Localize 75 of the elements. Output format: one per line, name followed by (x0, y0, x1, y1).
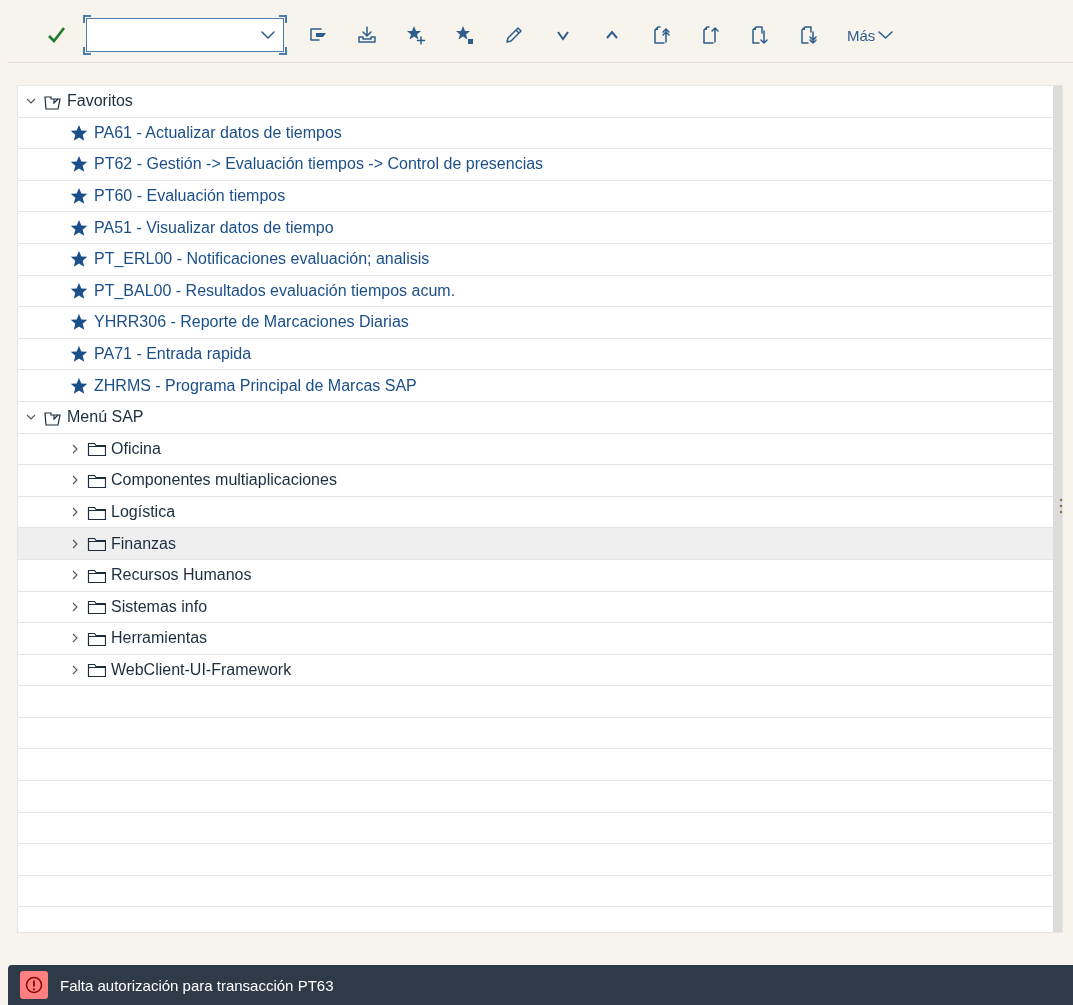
node-label: PT62 - Gestión -> Evaluación tiempos -> Control de presencias (94, 155, 544, 174)
node-label: PA61 - Actualizar datos de tiempos (94, 123, 342, 142)
node-label: PA51 - Visualizar datos de tiempo (94, 218, 334, 237)
error-icon (20, 971, 48, 999)
node-label: PA71 - Entrada rapida (94, 345, 252, 364)
node-label: PT_ERL00 - Notificaciones evaluación; analisis (94, 250, 430, 269)
scrollbar[interactable] (1053, 86, 1062, 932)
folder-icon (87, 598, 106, 616)
tree-row[interactable]: Componentes multiaplicaciones (18, 465, 1053, 497)
tree-row[interactable]: Herramientas (18, 623, 1053, 655)
more-button[interactable]: Más (847, 26, 894, 44)
caret-icon[interactable] (261, 30, 275, 40)
node-label: PT_BAL00 - Resultados evaluación tiempos acum. (94, 281, 456, 300)
chevron-right-icon[interactable] (70, 665, 80, 675)
tree-row[interactable]: PA51 - Visualizar datos de tiempo (18, 212, 1053, 244)
tree-row[interactable]: WebClient-UI-Framework (18, 654, 1053, 687)
node-label: YHRR306 - Reporte de Marcaciones Diarias (94, 313, 409, 332)
node-label: Sistemas info (111, 597, 208, 616)
tree-row[interactable]: PA71 - Entrada rapida (18, 338, 1053, 371)
folder-icon (87, 535, 106, 553)
star-icon (70, 187, 88, 206)
tree-row[interactable]: PT_ERL00 - Notificaciones evaluación; analisis (18, 243, 1053, 276)
tree-row[interactable]: Sistemas info (18, 591, 1053, 624)
tree-row[interactable]: PT62 - Gestión -> Evaluación tiempos -> Control de presencias (18, 149, 1053, 181)
tree-row[interactable]: Recursos Humanos (18, 559, 1053, 592)
node-label: WebClient-UI-Framework (111, 661, 292, 679)
page-up-double-icon[interactable] (651, 25, 671, 45)
star-icon (70, 123, 88, 142)
splitter-grip-icon[interactable] (1059, 498, 1063, 514)
status-message: Falta autorización para transacción PT63 (60, 976, 334, 994)
check-icon[interactable] (46, 25, 66, 45)
tree-row[interactable]: PT_BAL00 - Resultados evaluación tiempos acum. (18, 275, 1053, 308)
folder-icon (87, 440, 106, 458)
chevron-right-icon[interactable] (70, 601, 80, 612)
node-label: Logística (111, 503, 176, 521)
star-delete-icon[interactable] (455, 25, 475, 45)
node-label: ZHRMS - Programa Principal de Marcas SAP (94, 376, 417, 395)
star-add-icon[interactable] (406, 25, 426, 45)
folder-icon (87, 661, 106, 679)
node-label: Herramientas (111, 629, 208, 648)
star-icon (70, 281, 88, 300)
node-label: Menú SAP (67, 408, 144, 427)
page-down-icon[interactable] (749, 25, 769, 45)
chevron-right-icon[interactable] (70, 475, 80, 486)
tree-row[interactable]: PT60 - Evaluación tiempos (18, 180, 1053, 213)
node-label: PT60 - Evaluación tiempos (94, 187, 286, 206)
chevron-right-icon[interactable] (70, 633, 80, 644)
pencil-icon[interactable] (504, 25, 524, 45)
node-label: Oficina (111, 439, 161, 458)
chevron-right-icon[interactable] (70, 570, 80, 581)
chevron-right-icon[interactable] (70, 507, 80, 517)
node-label: Finanzas (111, 534, 176, 553)
star-icon (70, 218, 88, 237)
tree-row[interactable]: PA61 - Actualizar datos de tiempos (18, 117, 1053, 150)
command-field[interactable] (86, 18, 284, 52)
star-icon (70, 376, 88, 395)
star-icon (70, 250, 88, 269)
star-icon (70, 345, 88, 364)
tree-row[interactable]: ZHRMS - Programa Principal de Marcas SAP (18, 370, 1053, 402)
star-icon (70, 313, 88, 332)
download-icon[interactable] (357, 25, 377, 45)
tree-row[interactable]: Oficina (18, 433, 1053, 466)
caret-icon (878, 30, 894, 40)
node-label: Recursos Humanos (111, 566, 252, 585)
node-label: Componentes multiaplicaciones (111, 471, 337, 490)
node-label: Favoritos (67, 92, 133, 111)
tree-row[interactable]: Menú SAP (18, 401, 1053, 434)
star-icon (70, 155, 88, 174)
tree-row[interactable]: YHRR306 - Reporte de Marcaciones Diarias (18, 307, 1053, 339)
chevron-right-icon[interactable] (70, 538, 80, 549)
tree-row[interactable]: Favoritos (18, 86, 1053, 118)
page-down-double-icon[interactable] (798, 25, 818, 45)
tree-row[interactable]: Finanzas (18, 528, 1053, 560)
chevron-right-icon[interactable] (70, 443, 80, 454)
page-up-icon[interactable] (700, 25, 720, 45)
